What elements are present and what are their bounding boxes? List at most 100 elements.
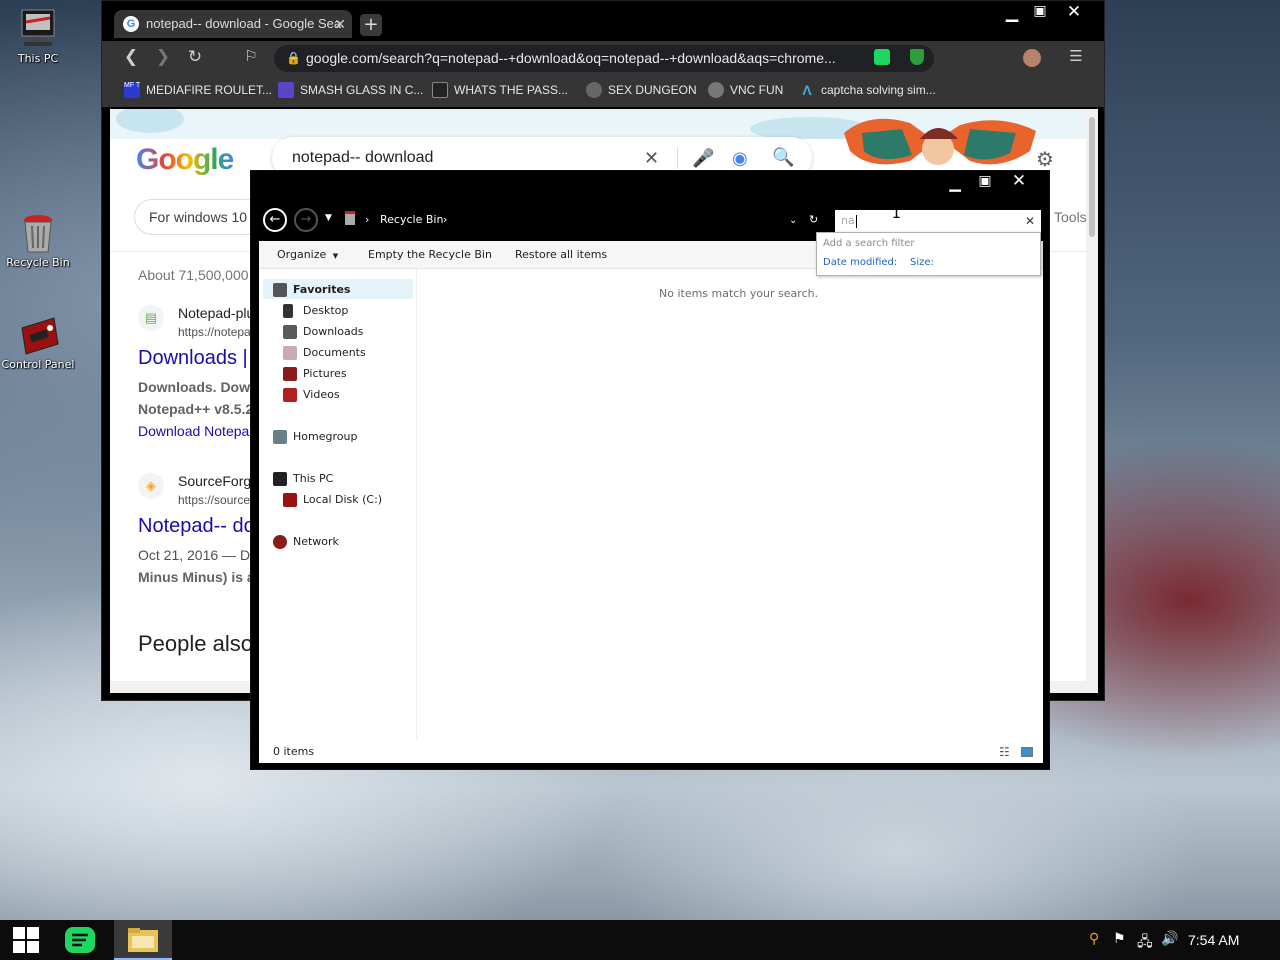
homegroup-icon (273, 430, 287, 444)
result-snippet: Minus Minus) is a (138, 569, 255, 585)
bookmark-icon[interactable]: ⚐ (239, 47, 263, 65)
result-snippet: Notepad++ v8.5.2 (138, 401, 253, 417)
result-title-link[interactable]: Notepad-- do (138, 515, 255, 538)
refresh-icon[interactable]: ↻ (809, 213, 818, 226)
address-bar[interactable]: 🔒 google.com/search?q=notepad--+download… (274, 45, 934, 72)
profile-avatar-icon[interactable] (1023, 49, 1041, 67)
result-site-name[interactable]: Notepad-plu (178, 305, 254, 321)
people-also-ask-heading: People also (138, 631, 253, 656)
this-pc-small-icon (273, 472, 287, 486)
result-snippet-bold: Downloads. Dow (138, 379, 250, 395)
text-caret (855, 214, 857, 228)
result-site-name[interactable]: SourceForg (178, 473, 251, 489)
nav-network[interactable]: Network (273, 535, 339, 549)
result-url[interactable]: https://notepa (178, 325, 251, 339)
nav-favorites[interactable]: Favorites (273, 283, 350, 297)
result-url[interactable]: https://source (178, 493, 250, 507)
spotify-icon (65, 927, 95, 953)
minimize-button[interactable]: ▁ (1000, 3, 1024, 22)
close-button[interactable]: ✕ (1007, 171, 1031, 191)
scrollbar-thumb[interactable] (1089, 117, 1095, 237)
settings-gear-icon[interactable]: ⚙ (1036, 147, 1054, 171)
menu-icon[interactable]: ☰ (1064, 47, 1088, 65)
bookmark-page-icon: Λ (802, 82, 812, 98)
forward-icon[interactable]: ❯ (151, 47, 175, 67)
maximize-button[interactable]: ▣ (973, 173, 997, 189)
nav-downloads[interactable]: Downloads (283, 325, 363, 339)
taskbar-file-explorer-button[interactable] (114, 920, 172, 960)
bookmark-item[interactable]: SMASH GLASS IN C... (278, 82, 423, 98)
address-dropdown-chevron-icon[interactable]: ⌄ (789, 215, 797, 226)
search-tray-icon[interactable]: ⚲ (1089, 931, 1099, 947)
item-count: 0 items (273, 745, 315, 758)
bookmark-label: WHATS THE PASS... (454, 83, 569, 97)
bookmark-item[interactable]: Λ captcha solving sim... (799, 82, 935, 98)
nav-pictures[interactable]: Pictures (283, 367, 347, 381)
network-tray-icon[interactable]: 🖧 (1137, 931, 1153, 955)
desktop-icon-recycle-bin[interactable]: Recycle Bin (0, 212, 76, 269)
recycle-bin-icon (18, 212, 58, 253)
taskbar-spotify-button[interactable] (54, 920, 106, 960)
tools-button[interactable]: Tools (1054, 209, 1087, 225)
nav-videos[interactable]: Videos (283, 388, 340, 402)
search-icon[interactable]: 🔍 (772, 147, 794, 167)
nav-documents[interactable]: Documents (283, 346, 366, 360)
browser-tab[interactable]: G notepad-- download - Google Sea ✕ (114, 10, 352, 38)
reload-icon[interactable]: ↻ (183, 47, 207, 67)
clear-search-icon[interactable]: ✕ (644, 148, 659, 168)
back-arrow-icon[interactable]: ← (263, 208, 287, 232)
lock-icon: 🔒 (286, 51, 301, 65)
bookmark-item[interactable]: VNC FUN (708, 82, 783, 98)
google-logo[interactable]: Google (136, 143, 234, 177)
nav-this-pc[interactable]: This PC (273, 472, 333, 486)
start-button[interactable] (0, 920, 52, 960)
empty-recycle-bin-button[interactable]: Empty the Recycle Bin (368, 248, 492, 261)
forward-arrow-icon[interactable]: → (294, 208, 318, 232)
explorer-search-input[interactable]: na ✕ (835, 210, 1041, 232)
nav-local-disk[interactable]: Local Disk (C:) (283, 493, 382, 507)
back-icon[interactable]: ❮ (119, 47, 143, 67)
new-tab-button[interactable]: + (360, 14, 382, 36)
nav-homegroup[interactable]: Homegroup (273, 430, 357, 444)
clear-search-icon[interactable]: ✕ (1025, 210, 1035, 232)
close-button[interactable]: ✕ (1062, 2, 1086, 22)
bookmark-item[interactable]: MF T MEDIAFIRE ROULET... (124, 82, 272, 98)
nav-label: Homegroup (293, 430, 358, 443)
nav-label: Network (293, 535, 339, 548)
extension-icon[interactable] (874, 49, 890, 65)
result-snippet-bold: Minus Minus) is a (138, 569, 255, 585)
maximize-button[interactable]: ▣ (1028, 3, 1052, 19)
shield-extension-icon[interactable] (910, 49, 924, 65)
volume-icon[interactable]: 🔊 (1161, 931, 1178, 947)
system-clock[interactable]: 7:54 AM (1188, 932, 1239, 948)
size-filter[interactable]: Size: (910, 257, 934, 268)
doodle-image[interactable] (840, 111, 1040, 177)
bookmark-label: SEX DUNGEON (608, 83, 697, 97)
desktop-icon-this-pc[interactable]: This PC (0, 8, 76, 65)
details-view-icon[interactable]: ☷ (999, 741, 1010, 763)
tab-close-icon[interactable]: ✕ (334, 10, 346, 38)
recent-locations-chevron-icon[interactable]: ▼ (325, 213, 332, 223)
organize-button[interactable]: Organize ▼ (277, 248, 338, 261)
date-modified-filter[interactable]: Date modified: (823, 257, 897, 268)
breadcrumb-recycle-bin[interactable]: Recycle Bin (380, 213, 443, 226)
minimize-button[interactable]: ▁ (943, 174, 967, 192)
restore-all-items-button[interactable]: Restore all items (515, 248, 607, 261)
bookmark-item[interactable]: WHATS THE PASS... (432, 82, 568, 98)
large-icons-view-icon[interactable] (1021, 747, 1033, 757)
vertical-scrollbar[interactable] (1086, 109, 1098, 681)
sourceforge-favicon-icon: ◈ (138, 473, 164, 499)
microphone-icon[interactable]: 🎤 (692, 148, 714, 168)
result-sitelink[interactable]: Download Notepa (138, 423, 249, 439)
nav-desktop[interactable]: Desktop (283, 304, 348, 318)
action-center-flag-icon[interactable]: ⚑ (1113, 931, 1126, 947)
lens-icon[interactable]: ◉ (732, 148, 748, 168)
result-title-link[interactable]: Downloads | (138, 347, 248, 370)
desktop-icon-control-panel[interactable]: Control Panel (0, 314, 76, 371)
control-panel-icon (18, 314, 59, 355)
nav-label: This PC (293, 472, 334, 485)
pictures-folder-icon (283, 367, 297, 381)
bookmark-item[interactable]: SEX DUNGEON (586, 82, 697, 98)
filter-chip[interactable]: For windows 10 (134, 199, 264, 235)
nav-label: Downloads (303, 325, 364, 338)
